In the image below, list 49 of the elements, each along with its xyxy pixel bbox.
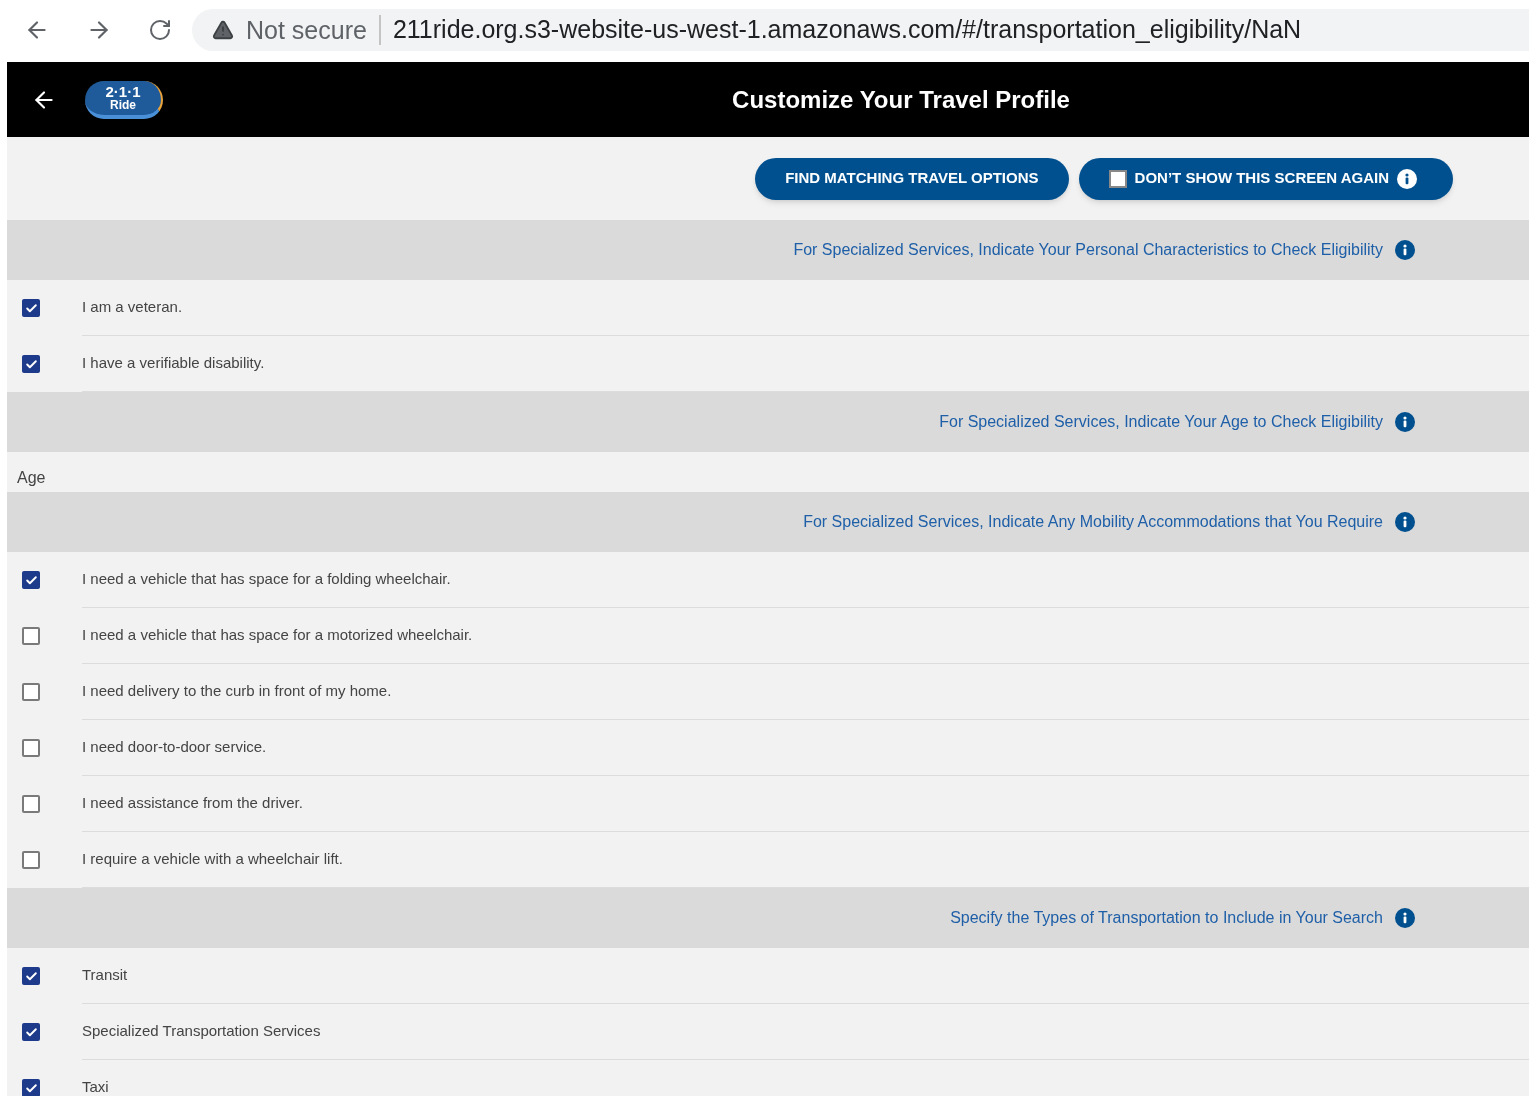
check-icon: [24, 1081, 38, 1095]
checkbox[interactable]: [22, 795, 40, 813]
checkbox[interactable]: [22, 355, 40, 373]
option-label: I am a veteran.: [82, 280, 1529, 336]
section-heading: For Specialized Services, Indicate Any Mobility Accommodations that You Require: [803, 512, 1383, 532]
info-icon[interactable]: [1397, 168, 1417, 189]
checkbox[interactable]: [22, 299, 40, 317]
page-title: Customize Your Travel Profile: [731, 84, 1071, 115]
info-icon[interactable]: [1395, 512, 1415, 532]
section-heading: Specify the Types of Transportation to Include in Your Search: [950, 908, 1383, 928]
dont-show-toggle[interactable]: DON’T SHOW THIS SCREEN AGAIN: [1078, 157, 1453, 200]
check-icon: [24, 301, 38, 315]
check-icon: [24, 969, 38, 983]
address-bar[interactable]: Not secure 211ride.org.s3-website-us-west-1.amazonaws.com/#/transportation_eligibility/NaN: [192, 9, 1529, 51]
checkbox[interactable]: [22, 739, 40, 757]
checkbox[interactable]: [22, 571, 40, 589]
option-label: I need a vehicle that has space for a motorized wheelchair.: [82, 608, 1529, 664]
logo-number: 2·1·1: [105, 84, 141, 99]
dont-show-label: DON’T SHOW THIS SCREEN AGAIN: [1134, 168, 1389, 189]
reload-icon[interactable]: [148, 18, 172, 42]
option-label: I need delivery to the curb in front of my home.: [82, 664, 1529, 720]
option-label: Taxi: [82, 1060, 1529, 1096]
info-icon[interactable]: [1395, 908, 1415, 928]
option-label: Transit: [82, 948, 1529, 1004]
checkbox[interactable]: [22, 627, 40, 645]
warning-icon: [212, 19, 234, 41]
checkbox[interactable]: [22, 1079, 40, 1096]
section-heading: For Specialized Services, Indicate Your Age to Check Eligibility: [939, 412, 1383, 432]
checkbox[interactable]: [22, 967, 40, 985]
security-label: Not secure: [246, 15, 381, 45]
checkbox[interactable]: [22, 851, 40, 869]
logo-word: Ride: [110, 99, 136, 111]
checkbox[interactable]: [1108, 169, 1127, 188]
info-icon[interactable]: [1395, 412, 1415, 432]
checkbox[interactable]: [22, 1023, 40, 1041]
option-label: I need assistance from the driver.: [82, 776, 1529, 832]
check-icon: [24, 357, 38, 371]
field-label: Age: [17, 468, 46, 488]
check-icon: [24, 573, 38, 587]
section-heading: For Specialized Services, Indicate Your Personal Characteristics to Check Eligibility: [793, 240, 1383, 260]
info-icon[interactable]: [1395, 240, 1415, 260]
option-label: Specialized Transportation Services: [82, 1004, 1529, 1060]
option-label: I need door-to-door service.: [82, 720, 1529, 776]
logo[interactable]: 2·1·1 Ride: [85, 80, 163, 119]
check-icon: [24, 1025, 38, 1039]
checkbox[interactable]: [22, 683, 40, 701]
url-text: 211ride.org.s3-website-us-west-1.amazonaws.com/#/transportation_eligibility/NaN: [392, 14, 1302, 46]
find-options-button[interactable]: FIND MATCHING TRAVEL OPTIONS: [755, 157, 1069, 200]
option-label: I need a vehicle that has space for a folding wheelchair.: [82, 552, 1529, 608]
